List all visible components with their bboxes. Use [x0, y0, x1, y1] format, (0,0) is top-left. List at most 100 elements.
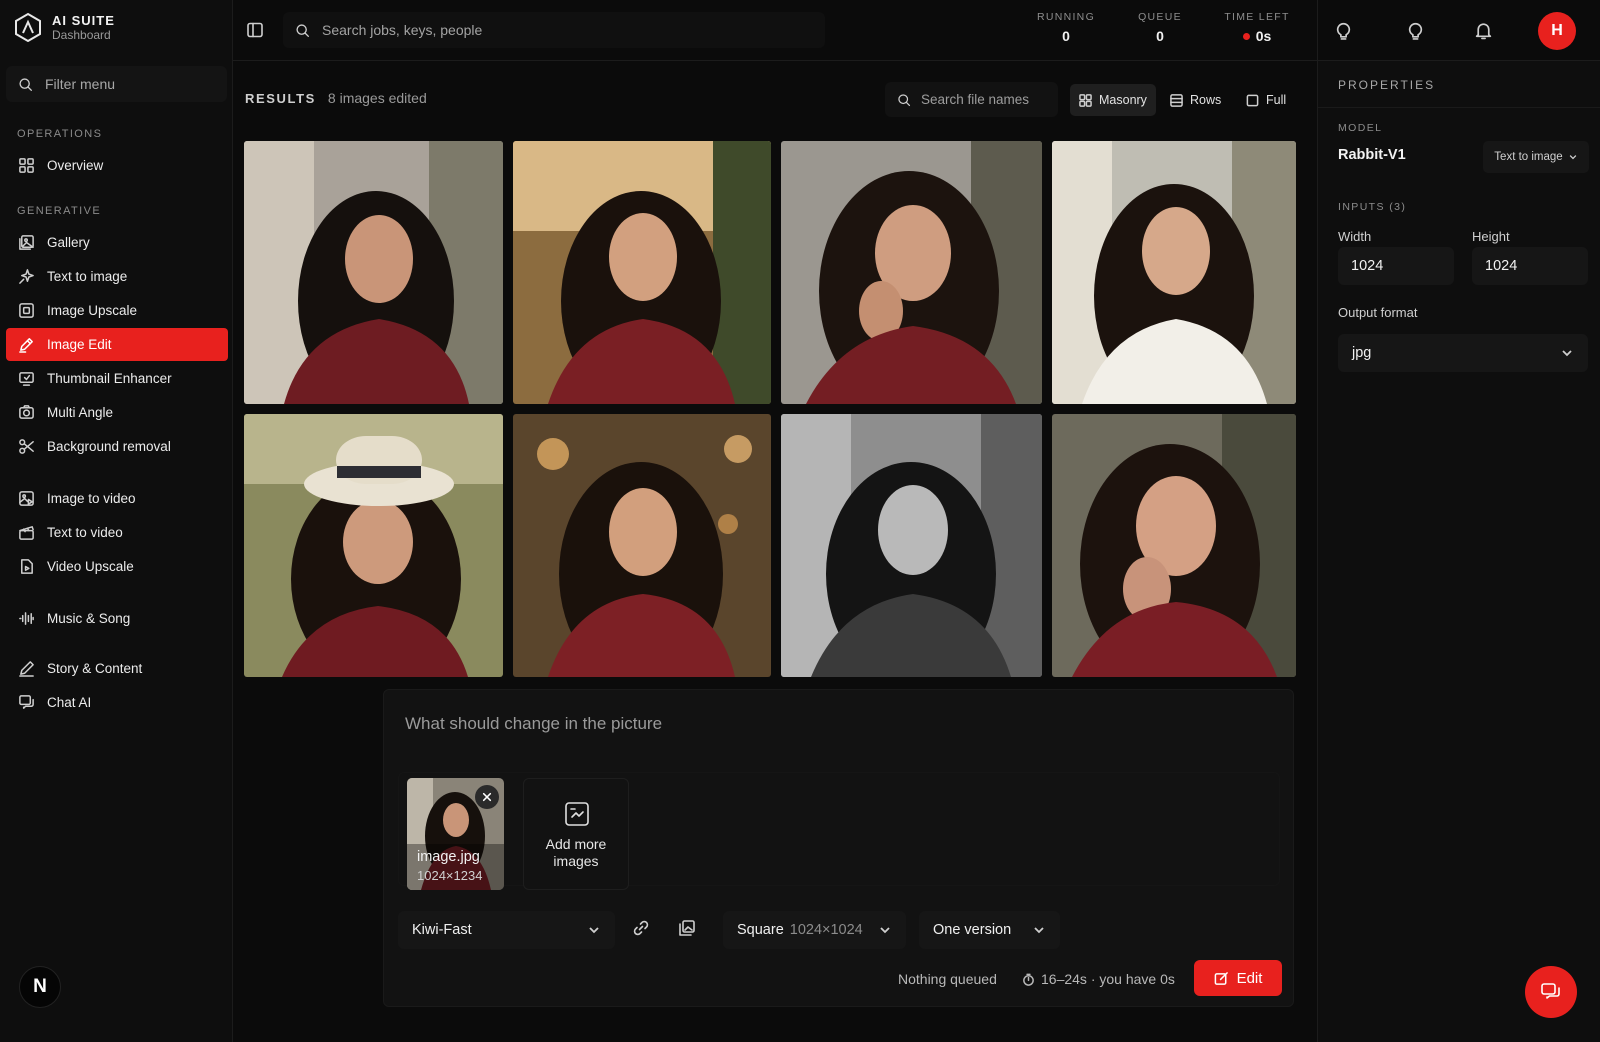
sidebar-item-chat-ai[interactable]: Chat AI	[6, 686, 228, 719]
ideas-button[interactable]	[1406, 21, 1425, 40]
result-image-6[interactable]	[513, 414, 771, 677]
sidebar-item-gallery[interactable]: Gallery	[6, 226, 228, 259]
versions-select[interactable]: One version	[919, 911, 1060, 949]
sidebar-item-video-upscale[interactable]: Video Upscale	[6, 550, 228, 583]
topbar: Search jobs, keys, people RUNNING 0 QUEU…	[233, 0, 1317, 61]
rows-icon	[1170, 93, 1183, 107]
stat-label: QUEUE	[1138, 11, 1182, 23]
model-type-select[interactable]: Text to image	[1483, 141, 1589, 173]
sidebar-item-label: Text to image	[47, 269, 128, 284]
sidebar-item-image-to-video[interactable]: Image to video	[6, 482, 228, 515]
prompt-input[interactable]: What should change in the picture	[405, 714, 662, 734]
result-image-1[interactable]	[244, 141, 503, 404]
masonry-icon	[1079, 93, 1092, 107]
height-input[interactable]: 1024	[1472, 247, 1588, 285]
edit-composer: What should change in the picture image.…	[383, 689, 1294, 1007]
file-search-placeholder: Search file names	[921, 92, 1030, 107]
attachment-card[interactable]: image.jpg 1024×1234	[407, 778, 504, 890]
section-generative: GENERATIVE	[17, 205, 102, 217]
user-avatar[interactable]: H	[1538, 12, 1576, 50]
aspect-dimensions: 1024×1024	[789, 922, 863, 938]
result-image-5[interactable]	[244, 414, 503, 677]
bell-icon	[1475, 23, 1492, 40]
sidebar-item-music-song[interactable]: Music & Song	[6, 602, 228, 635]
result-image-7[interactable]	[781, 414, 1042, 677]
results-count: 8 images edited	[327, 90, 427, 106]
sidebar-item-label: Thumbnail Enhancer	[47, 371, 172, 386]
width-input[interactable]: 1024	[1338, 247, 1454, 285]
aspect-select-value-wrap: Square 1024×1024	[737, 922, 863, 938]
result-image-2[interactable]	[513, 141, 771, 404]
sidebar-item-background-removal[interactable]: Background removal	[6, 430, 228, 463]
sidebar-item-label: Image to video	[47, 491, 136, 506]
result-image-8[interactable]	[1052, 414, 1296, 677]
grid-icon	[19, 158, 34, 173]
chat-icon	[19, 695, 34, 709]
clapper-icon	[19, 526, 34, 540]
stat-value: 0s	[1255, 28, 1272, 44]
global-search-input[interactable]: Search jobs, keys, people	[283, 12, 825, 48]
sidebar-item-text-to-video[interactable]: Text to video	[6, 516, 228, 549]
stat-running: RUNNING 0	[1033, 11, 1099, 44]
aspect-select-value: Square	[737, 922, 784, 938]
view-label: Masonry	[1099, 93, 1147, 107]
queue-status: Nothing queued	[898, 971, 997, 987]
sidebar-item-image-upscale[interactable]: Image Upscale	[6, 294, 228, 327]
sidebar-item-label: Chat AI	[47, 695, 92, 710]
search-icon	[898, 93, 911, 106]
brand[interactable]: AI SUITE Dashboard	[14, 12, 115, 42]
sidebar-item-overview[interactable]: Overview	[6, 149, 228, 182]
sidebar-item-image-edit[interactable]: Image Edit	[6, 328, 228, 361]
sidebar-item-label: Background removal	[47, 439, 171, 454]
sidebar-item-multi-angle[interactable]: Multi Angle	[6, 396, 228, 429]
attachment-size: 1024×1234	[417, 868, 483, 883]
brand-title: AI SUITE	[52, 12, 115, 28]
link-button[interactable]	[632, 919, 650, 937]
output-format-select[interactable]: jpg	[1338, 334, 1588, 372]
filter-menu-input[interactable]: Filter menu	[6, 66, 227, 102]
topbar-actions: H	[1317, 0, 1600, 61]
add-image-icon	[565, 802, 589, 826]
notifications-button[interactable]	[1474, 21, 1493, 40]
camera-icon	[19, 405, 34, 419]
chat-support-button[interactable]	[1525, 966, 1577, 1018]
view-full-button[interactable]: Full	[1237, 84, 1295, 116]
sidebar-item-label: Image Upscale	[47, 303, 138, 318]
sidebar-item-label: Multi Angle	[47, 405, 114, 420]
sidebar-item-text-to-image[interactable]: Text to image	[6, 260, 228, 293]
model-type-value: Text to image	[1494, 151, 1563, 163]
lightbulb-icon	[1408, 22, 1423, 40]
user-menu-avatar[interactable]: N	[19, 966, 61, 1008]
brand-subtitle: Dashboard	[52, 27, 111, 42]
stat-label: TIME LEFT	[1224, 11, 1290, 23]
view-masonry-button[interactable]: Masonry	[1070, 84, 1156, 116]
duplicate-button[interactable]	[678, 919, 696, 937]
add-more-images-button[interactable]: Add more images	[523, 778, 629, 890]
tips-button[interactable]	[1334, 21, 1353, 40]
section-operations: OPERATIONS	[17, 128, 103, 140]
result-image-4[interactable]	[1052, 141, 1296, 404]
scissors-icon	[19, 439, 34, 454]
sparkle-icon	[19, 269, 34, 284]
gallery-icon	[19, 235, 34, 250]
pen-icon	[19, 661, 34, 677]
chat-bubbles-icon	[1541, 983, 1560, 999]
file-search-input[interactable]: Search file names	[885, 82, 1058, 117]
eta-info: 16–24s · you have 0s	[1022, 971, 1175, 987]
eta-text: 16–24s · you have 0s	[1041, 971, 1175, 987]
link-icon	[633, 920, 649, 936]
result-image-3[interactable]	[781, 141, 1042, 404]
results-label: RESULTS	[245, 90, 316, 106]
aspect-select[interactable]: Square 1024×1024	[723, 911, 906, 949]
sidebar-toggle-button[interactable]	[246, 21, 264, 39]
edit-submit-button[interactable]: Edit	[1194, 960, 1282, 996]
sidebar-item-label: Music & Song	[47, 611, 131, 626]
video-file-icon	[21, 559, 33, 574]
waveform-icon	[19, 612, 34, 625]
sidebar-item-thumbnail-enhancer[interactable]: Thumbnail Enhancer	[6, 362, 228, 395]
remove-attachment-button[interactable]	[475, 785, 499, 809]
sidebar-item-story-content[interactable]: Story & Content	[6, 652, 228, 685]
sidebar-item-label: Image Edit	[47, 337, 112, 352]
model-select[interactable]: Kiwi-Fast	[398, 911, 615, 949]
view-rows-button[interactable]: Rows	[1161, 84, 1230, 116]
